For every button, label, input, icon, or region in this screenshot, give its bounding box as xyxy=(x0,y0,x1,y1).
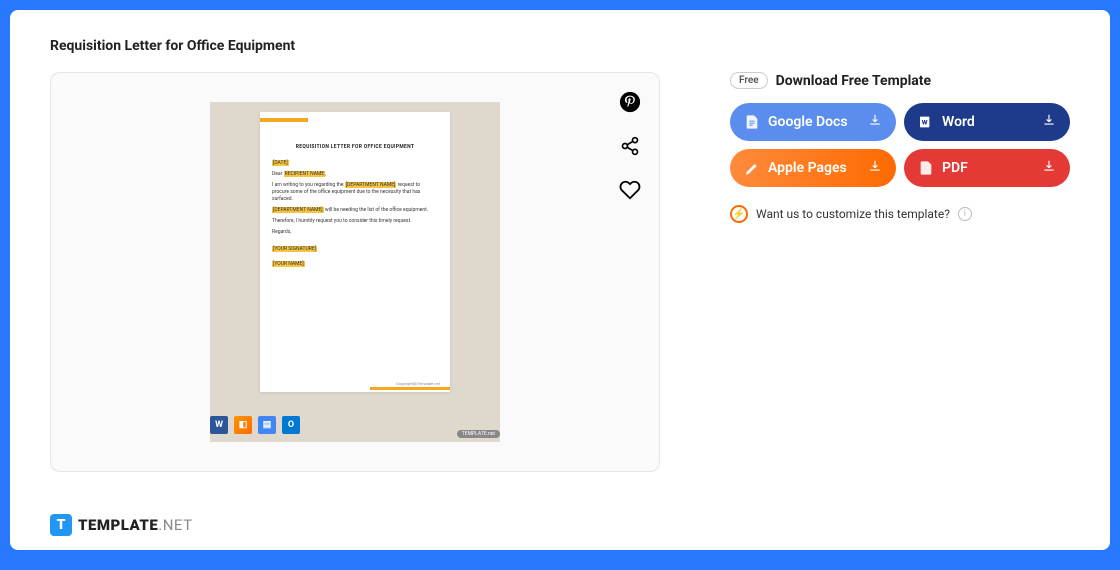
free-badge: Free xyxy=(730,72,768,89)
customize-link[interactable]: ⚡ Want us to customize this template? i xyxy=(730,205,1070,223)
apple-pages-button[interactable]: Apple Pages xyxy=(730,149,896,187)
template-badge: TEMPLATE.net xyxy=(457,430,500,438)
document-page: REQUISITION LETTER FOR OFFICE EQUIPMENT … xyxy=(260,112,450,392)
template-preview: REQUISITION LETTER FOR OFFICE EQUIPMENT … xyxy=(50,72,660,472)
google-docs-button[interactable]: Google Docs xyxy=(730,103,896,141)
logo-icon: T xyxy=(50,514,72,536)
format-icons: W ◧ ▤ O xyxy=(210,416,300,434)
download-title: Download Free Template xyxy=(776,73,931,89)
outlook-icon: O xyxy=(282,416,300,434)
customize-label: Want us to customize this template? xyxy=(756,207,950,221)
gdocs-icon xyxy=(744,114,760,130)
btn-label: PDF xyxy=(942,160,968,176)
svg-text:W: W xyxy=(922,119,928,127)
doc-heading: REQUISITION LETTER FOR OFFICE EQUIPMENT xyxy=(272,144,438,150)
btn-label: Word xyxy=(942,114,975,130)
download-icon xyxy=(868,159,882,177)
word-button[interactable]: W Word xyxy=(904,103,1070,141)
bolt-icon: ⚡ xyxy=(730,205,748,223)
pages-icon: ◧ xyxy=(234,416,252,434)
btn-label: Google Docs xyxy=(768,114,848,130)
pages-icon xyxy=(744,160,760,176)
share-icon[interactable] xyxy=(619,135,641,157)
doc-date: [DATE] xyxy=(272,160,289,166)
heart-icon[interactable] xyxy=(619,179,641,201)
site-logo[interactable]: T TEMPLATE.NET xyxy=(50,514,193,536)
word-icon: W xyxy=(210,416,228,434)
gdocs-icon: ▤ xyxy=(258,416,276,434)
download-icon xyxy=(1042,113,1056,131)
pdf-button[interactable]: PDF xyxy=(904,149,1070,187)
btn-label: Apple Pages xyxy=(768,160,847,176)
word-icon: W xyxy=(918,114,934,130)
info-icon[interactable]: i xyxy=(958,207,972,221)
page-title: Requisition Letter for Office Equipment xyxy=(50,38,1070,54)
download-icon xyxy=(868,113,882,131)
pdf-icon xyxy=(918,160,934,176)
download-icon xyxy=(1042,159,1056,177)
pinterest-icon[interactable] xyxy=(619,91,641,113)
